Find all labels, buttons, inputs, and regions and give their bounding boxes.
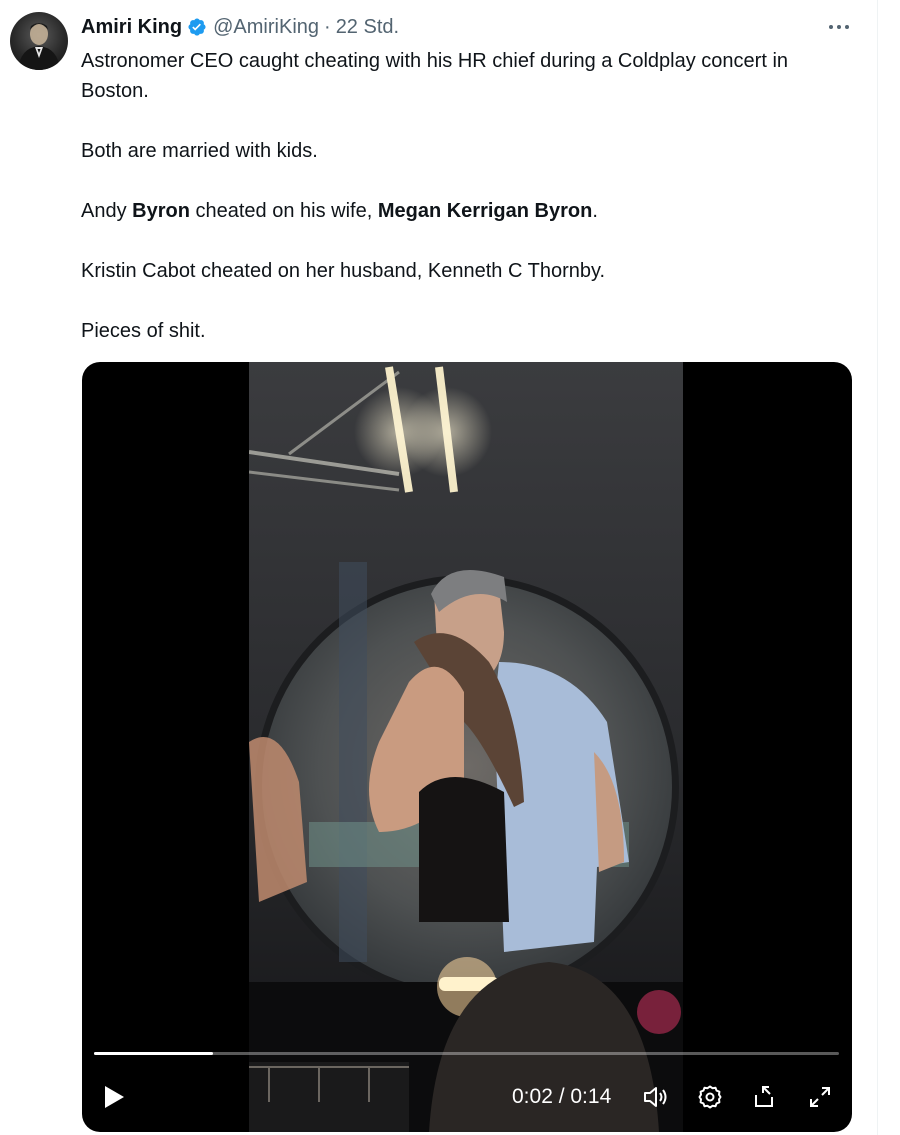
handle[interactable]: @AmiriKing xyxy=(213,16,319,39)
tweet-text: Astronomer CEO caught cheating with his … xyxy=(81,46,821,346)
text-segment: cheated on his wife, xyxy=(189,200,378,222)
column-divider xyxy=(877,0,878,1135)
settings-icon[interactable] xyxy=(696,1083,724,1111)
tweet-text-line: Kristin Cabot cheated on her husband, Ke… xyxy=(81,260,606,282)
tweet[interactable]: Amiri King @AmiriKing · 22 Std. Astronom… xyxy=(0,0,877,1135)
text-segment: Andy xyxy=(81,200,133,222)
video-controls: 0:02 / 0:14 xyxy=(82,1077,852,1117)
tweet-text-line: Andy Byron cheated on his wife, Megan Ke… xyxy=(81,196,821,226)
display-name[interactable]: Amiri King xyxy=(81,16,182,39)
video-progress-bar[interactable] xyxy=(94,1052,839,1055)
avatar[interactable] xyxy=(10,12,68,70)
tweet-text-line: Both are married with kids. xyxy=(81,140,318,162)
more-horizontal-icon[interactable] xyxy=(826,14,852,40)
video-player[interactable]: 0:02 / 0:14 xyxy=(82,362,852,1132)
volume-icon[interactable] xyxy=(642,1083,670,1111)
fullscreen-icon[interactable] xyxy=(806,1083,834,1111)
video-progress-fill xyxy=(94,1052,214,1055)
tweet-header: Amiri King @AmiriKing · 22 Std. xyxy=(81,14,399,40)
separator: · xyxy=(324,15,331,38)
video-frame[interactable] xyxy=(249,362,683,1132)
verified-badge-icon[interactable] xyxy=(187,17,207,37)
tweet-text-line: Pieces of shit. xyxy=(81,320,206,342)
bold-name-megan: Megan Kerrigan Byron xyxy=(377,200,593,222)
bold-name-byron: Byron xyxy=(132,200,190,222)
video-timecode: 0:02 / 0:14 xyxy=(512,1085,612,1108)
play-icon[interactable] xyxy=(100,1083,128,1111)
timestamp[interactable]: 22 Std. xyxy=(336,16,399,39)
text-segment: . xyxy=(592,200,598,222)
tweet-text-line: Astronomer CEO caught cheating with his … xyxy=(81,50,789,102)
dock-icon[interactable] xyxy=(751,1083,779,1111)
